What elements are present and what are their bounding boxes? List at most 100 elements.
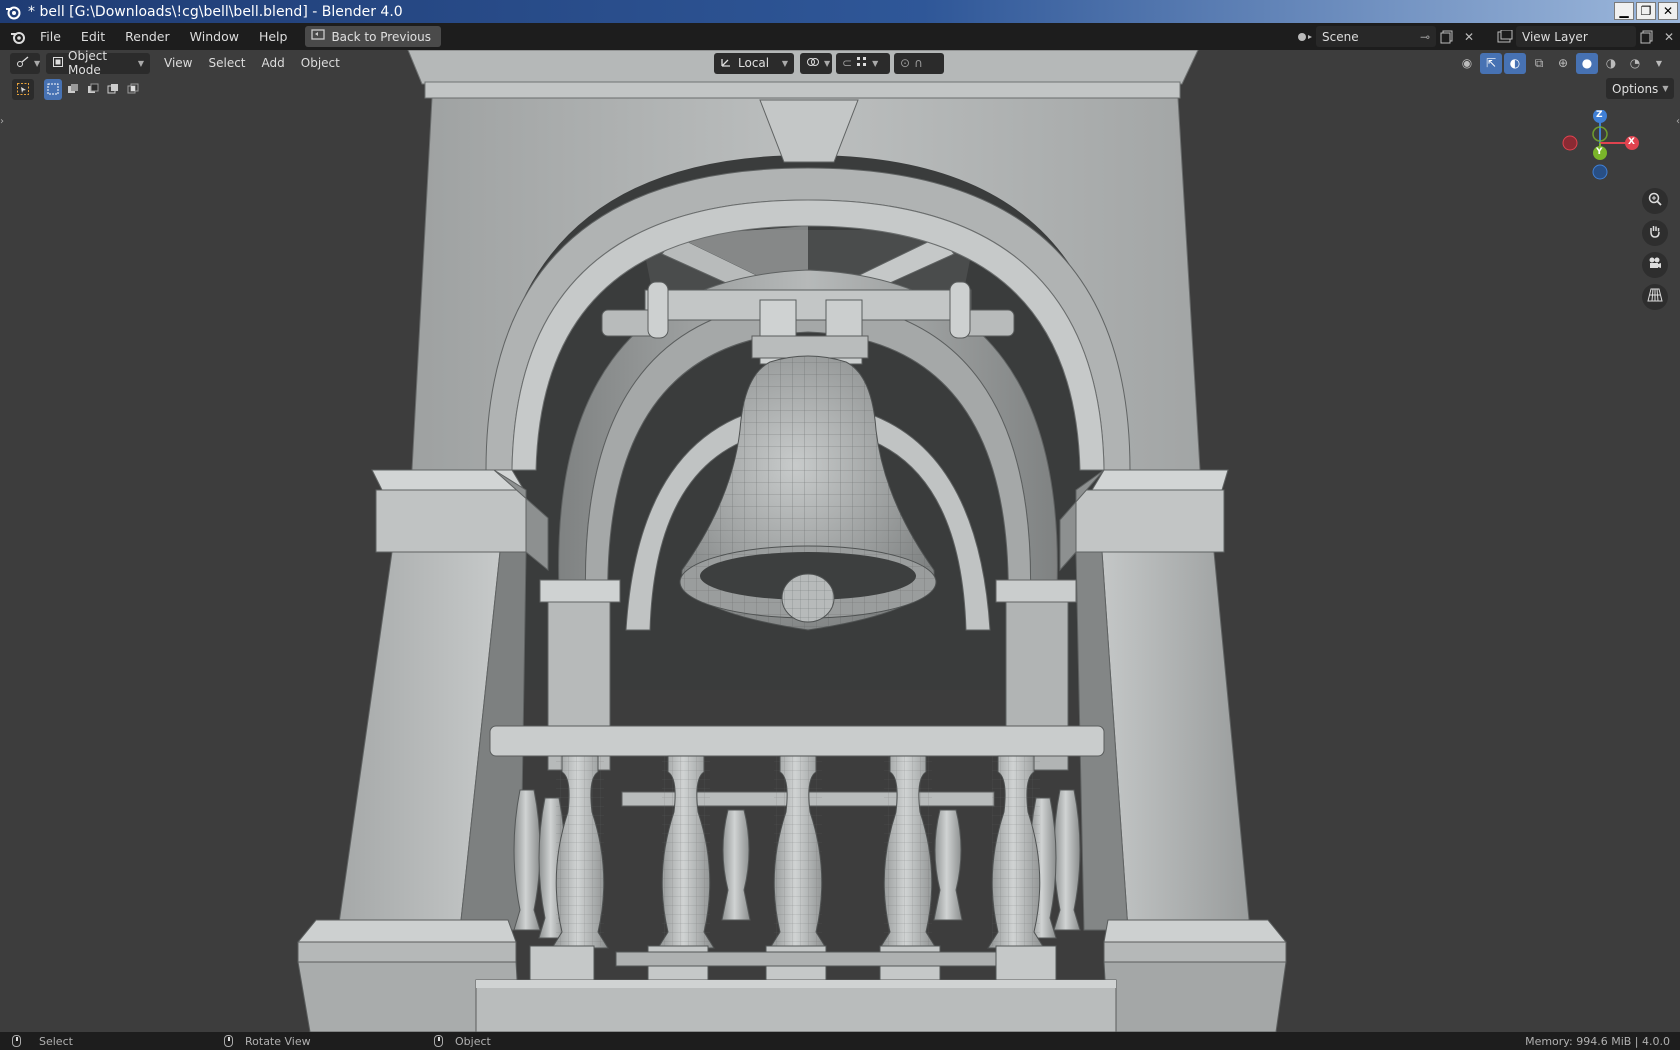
status-select-label: Select xyxy=(39,1034,73,1048)
3d-viewport[interactable]: ▼ Object Mode ▼ View Select Add Object L… xyxy=(0,50,1680,1032)
grid-icon xyxy=(1647,287,1663,307)
orientation-icon xyxy=(720,56,734,71)
shading-options-chevron-icon[interactable]: ▼ xyxy=(1648,53,1670,74)
editor-type-dropdown[interactable]: ▼ xyxy=(10,52,41,74)
chevron-down-icon: ▼ xyxy=(781,58,788,68)
window-titlebar: * bell [G:\Downloads\!cg\bell\bell.blend… xyxy=(0,0,1680,23)
menu-edit[interactable]: Edit xyxy=(71,26,115,48)
menu-render[interactable]: Render xyxy=(115,26,180,48)
options-label: Options xyxy=(1612,81,1659,96)
options-dropdown[interactable]: Options ▼ xyxy=(1606,78,1674,99)
blender-window: * bell [G:\Downloads\!cg\bell\bell.blend… xyxy=(0,0,1680,1050)
minimize-button[interactable]: ▁ xyxy=(1614,2,1634,20)
blender-menu-icon[interactable] xyxy=(6,26,30,47)
status-rotate: Rotate View xyxy=(224,1035,311,1048)
falloff-icon: ∩ xyxy=(914,56,923,70)
xray-toggle-icon[interactable]: ⧉ xyxy=(1528,53,1550,74)
status-rotate-label: Rotate View xyxy=(245,1034,311,1048)
scene-selector-icon[interactable] xyxy=(1294,26,1316,47)
back-to-previous-button[interactable]: Back to Previous xyxy=(305,26,441,47)
scene-field[interactable]: Scene ⊸ xyxy=(1316,26,1436,47)
pivot-icon xyxy=(806,56,820,71)
invert-selection-icon[interactable] xyxy=(104,79,122,100)
overlay-toggle-icon[interactable]: ◐ xyxy=(1504,52,1526,74)
viewport-menu-select[interactable]: Select xyxy=(200,53,253,74)
gizmo-y-label: Y xyxy=(1596,147,1603,157)
toolbar-expand-icon[interactable]: › xyxy=(0,116,4,127)
mouse-right-icon xyxy=(434,1035,443,1047)
back-to-previous-label: Back to Previous xyxy=(331,29,431,44)
new-scene-icon[interactable] xyxy=(1436,26,1458,47)
extend-selection-icon[interactable] xyxy=(64,79,82,100)
pan-button[interactable] xyxy=(1642,220,1668,246)
new-view-layer-icon[interactable] xyxy=(1636,26,1658,47)
navigation-gizmo[interactable]: Z X Y xyxy=(1554,110,1644,190)
chevron-down-icon: ▼ xyxy=(1662,84,1669,93)
view-layer-icon[interactable] xyxy=(1494,26,1516,47)
intersect-selection-icon[interactable] xyxy=(124,79,142,100)
solid-shading-icon[interactable]: ● xyxy=(1576,52,1598,74)
visibility-eye-icon[interactable]: ◉ xyxy=(1456,53,1478,74)
wireframe-shading-icon[interactable]: ⊕ xyxy=(1552,53,1574,74)
window-title: * bell [G:\Downloads\!cg\bell\bell.blend… xyxy=(28,3,403,20)
tool-settings-row xyxy=(0,76,142,102)
hand-icon xyxy=(1647,223,1663,243)
memory-readout: Memory: 994.6 MiB | 4.0.0 xyxy=(1525,1034,1670,1048)
object-mode-dropdown[interactable]: Object Mode ▼ xyxy=(46,50,150,77)
chevron-down-icon: ▼ xyxy=(137,58,144,68)
viewport-menu-object[interactable]: Object xyxy=(293,53,348,74)
pivot-point-dropdown[interactable]: ▼ xyxy=(800,52,832,74)
blender-logo-icon xyxy=(4,3,22,21)
proportional-editing-icon: ⊙ xyxy=(900,56,911,70)
perspective-toggle-button[interactable] xyxy=(1642,284,1668,310)
scene-field-value: Scene xyxy=(1322,29,1359,44)
status-object-label: Object xyxy=(455,1034,491,1048)
3d-viewport-icon xyxy=(16,56,30,71)
mouse-middle-icon xyxy=(224,1035,233,1047)
set-selection-icon[interactable] xyxy=(44,78,62,100)
gizmo-toggle-icon[interactable]: ⇱ xyxy=(1480,52,1502,74)
viewport-header: ▼ Object Mode ▼ View Select Add Object L… xyxy=(0,50,1680,77)
gizmo-z-label: Z xyxy=(1596,110,1603,120)
zoom-button[interactable] xyxy=(1642,188,1668,214)
selection-mode-group xyxy=(44,78,142,100)
material-shading-icon[interactable]: ◑ xyxy=(1600,53,1622,74)
menu-file[interactable]: File xyxy=(30,26,71,48)
camera-icon xyxy=(1647,255,1663,275)
zoom-icon xyxy=(1647,191,1663,211)
subtract-selection-icon[interactable] xyxy=(84,79,102,100)
magnet-icon: ⊂ xyxy=(842,56,853,70)
close-button[interactable]: ✕ xyxy=(1658,2,1678,20)
pin-icon[interactable]: ⊸ xyxy=(1420,30,1430,44)
bell-tower-model xyxy=(296,50,1288,1032)
rendered-shading-icon[interactable]: ◔ xyxy=(1624,53,1646,74)
top-menu-bar: File Edit Render Window Help Back to Pre… xyxy=(0,23,1680,50)
snap-grid-icon xyxy=(856,56,868,71)
cube-icon xyxy=(52,56,64,71)
delete-view-layer-icon[interactable]: ✕ xyxy=(1658,26,1680,47)
delete-scene-icon[interactable]: ✕ xyxy=(1458,26,1480,47)
gizmo-x-label: X xyxy=(1628,137,1635,147)
snapping-dropdown[interactable]: ⊂ ▼ xyxy=(836,52,890,74)
transform-orientation-dropdown[interactable]: Local ▼ xyxy=(714,52,794,74)
menu-help[interactable]: Help xyxy=(249,26,298,48)
chevron-down-icon: ▼ xyxy=(824,58,831,68)
screen-icon xyxy=(311,29,326,44)
view-layer-field[interactable]: View Layer xyxy=(1516,26,1636,47)
select-tool-icon[interactable] xyxy=(12,78,34,100)
status-bar: Select Rotate View Object Memory: 994.6 … xyxy=(0,1032,1680,1050)
view-layer-field-value: View Layer xyxy=(1522,29,1588,44)
orientation-label: Local xyxy=(738,56,770,70)
menu-window[interactable]: Window xyxy=(180,26,249,48)
viewport-menu-add[interactable]: Add xyxy=(254,53,293,74)
status-object: Object xyxy=(434,1035,491,1048)
restore-button[interactable]: ❐ xyxy=(1636,2,1656,20)
proportional-editing-dropdown[interactable]: ⊙ ∩ xyxy=(894,52,944,74)
chevron-down-icon: ▼ xyxy=(872,58,879,68)
camera-view-button[interactable] xyxy=(1642,252,1668,278)
mouse-left-icon xyxy=(12,1035,21,1047)
object-mode-label: Object Mode xyxy=(68,50,108,77)
sidebar-expand-icon[interactable]: ‹ xyxy=(1676,116,1680,127)
viewport-menu-view[interactable]: View xyxy=(156,53,200,74)
chevron-down-icon: ▼ xyxy=(34,58,41,68)
